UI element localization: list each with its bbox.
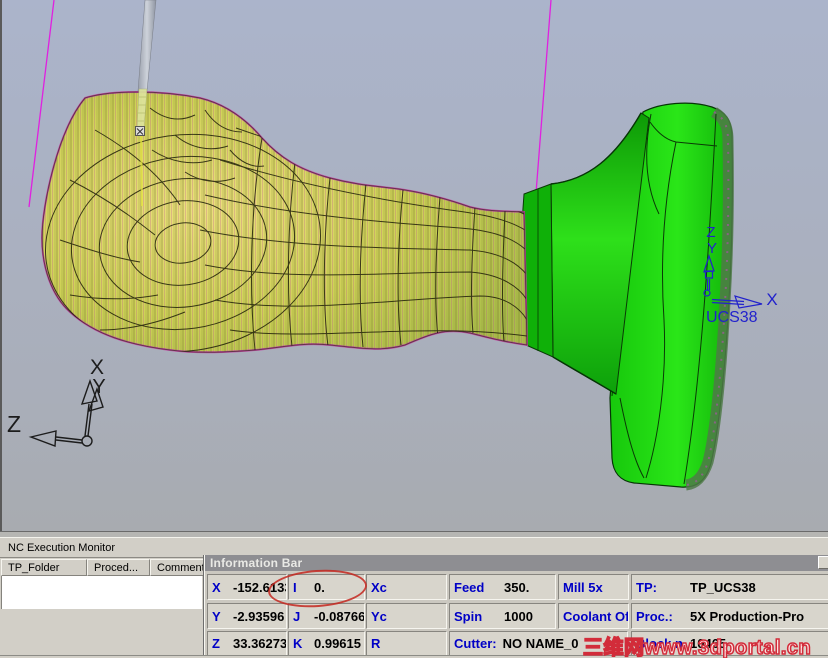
- toolpath-list[interactable]: TP_Folder Proced... Comment: [0, 557, 204, 658]
- cell-spin: Spin 1000: [449, 603, 556, 629]
- cell-k-value: 0.99615: [314, 636, 361, 651]
- cam-application-window: X Y Z Z Y X UCS38 NC Execution Monitor T…: [0, 0, 828, 658]
- column-header-proced[interactable]: Proced...: [87, 559, 150, 576]
- cell-y-label: Y: [212, 608, 221, 624]
- cell-spin-label: Spin: [454, 608, 483, 624]
- cell-yc: Yc: [366, 603, 447, 629]
- cell-j-label: J: [293, 608, 301, 624]
- cell-y-value: -2.93596: [233, 608, 285, 624]
- viewport-left-border: [0, 0, 2, 531]
- cell-r: R: [366, 631, 447, 656]
- cell-y: Y -2.93596: [207, 603, 287, 629]
- 3d-viewport[interactable]: X Y Z Z Y X UCS38: [0, 0, 828, 531]
- cell-feed: Feed 350.: [449, 574, 556, 600]
- cell-x-label: X: [212, 579, 221, 595]
- cell-proc: Proc.: 5X Production-Pro: [631, 603, 828, 629]
- cell-j-value: -0.08766: [314, 608, 365, 624]
- cell-r-label: R: [371, 636, 381, 651]
- cell-xc-label: Xc: [371, 579, 387, 595]
- cell-z: Z 33.36273: [207, 631, 287, 656]
- cell-xc: Xc: [366, 574, 447, 600]
- cell-yc-label: Yc: [371, 608, 387, 624]
- information-bar-close-button[interactable]: [818, 556, 828, 569]
- cell-k-label: K: [293, 636, 303, 651]
- cell-proc-value: 5X Production-Pro: [690, 608, 805, 624]
- cell-tp-label: TP:: [636, 579, 657, 595]
- watermark-text: 三维网www.3dportal.cn: [582, 636, 812, 658]
- cell-k: K 0.99615: [288, 631, 365, 656]
- information-bar-titlebar[interactable]: Information Bar: [205, 555, 828, 571]
- axis-z-label: Z: [7, 411, 21, 437]
- ucs-x-label: X: [766, 290, 777, 309]
- panel-frame-strip: [0, 531, 828, 538]
- cell-feed-value: 350.: [504, 579, 530, 595]
- cell-z-label: Z: [212, 636, 220, 651]
- cell-proc-label: Proc.:: [636, 608, 673, 624]
- cell-mill: Mill 5x: [558, 574, 629, 600]
- cell-feed-label: Feed: [454, 579, 485, 595]
- ucs-name-label: UCS38: [706, 309, 758, 326]
- nc-execution-monitor-panel: NC Execution Monitor TP_Folder Proced...…: [0, 531, 828, 658]
- machining-simulation-scene: X Y Z Z Y X UCS38: [0, 0, 828, 531]
- axis-y-label: Y: [92, 376, 105, 398]
- tool-trace: [140, 130, 143, 207]
- cell-tp: TP: TP_UCS38: [631, 574, 828, 600]
- cell-tp-value: TP_UCS38: [690, 579, 756, 595]
- column-header-comment[interactable]: Comment: [150, 559, 204, 576]
- cell-mill-label: Mill 5x: [563, 579, 603, 595]
- ucs-z-label: Z: [706, 224, 715, 241]
- ucs-y-label: Y: [707, 240, 717, 257]
- column-header-tp-folder[interactable]: TP_Folder: [1, 559, 87, 576]
- cell-z-value: 33.36273: [233, 636, 287, 651]
- toolpath-list-rows[interactable]: [1, 576, 202, 609]
- cell-coolant-label: Coolant Off: [563, 608, 629, 624]
- cell-cutter-label: Cutter:: [454, 636, 497, 651]
- cell-coolant: Coolant Off: [558, 603, 629, 629]
- cell-cutter-value: NO NAME_0: [502, 636, 579, 651]
- cell-spin-value: 1000: [504, 608, 533, 624]
